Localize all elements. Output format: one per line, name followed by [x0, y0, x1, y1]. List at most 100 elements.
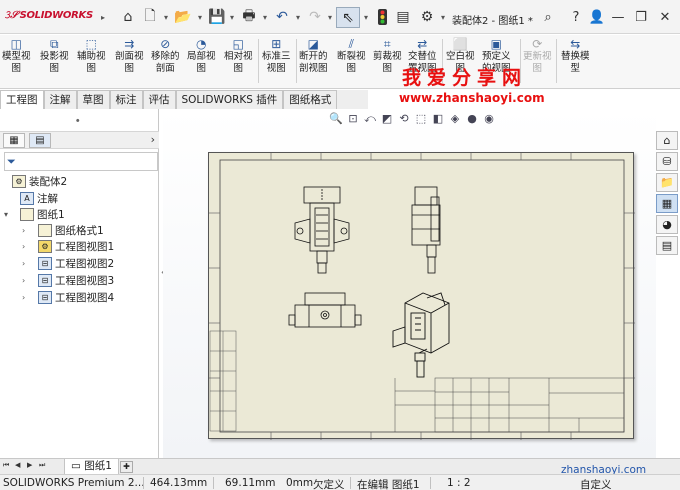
relative-view-button[interactable]: ◱ 相对视 图: [224, 37, 253, 75]
file-explorer-icon[interactable]: 📁: [656, 173, 678, 192]
view-settings-icon[interactable]: ◉: [481, 111, 497, 127]
detail-view-button[interactable]: ◔ 局部视 图: [187, 37, 216, 75]
tree-expander[interactable]: ›: [22, 226, 38, 235]
display-style-icon[interactable]: ◧: [430, 111, 446, 127]
last-sheet-icon[interactable]: ⏭: [39, 461, 48, 472]
tab-evaluate[interactable]: 评估: [142, 90, 176, 109]
broken-out-section-button[interactable]: ◪ 断开的 剖视图: [299, 37, 328, 75]
annotations-icon: A: [20, 191, 34, 205]
restore-icon[interactable]: ❐: [631, 8, 651, 26]
pane-scroll-right-icon[interactable]: ›: [151, 133, 155, 146]
home-icon[interactable]: ⌂: [119, 8, 137, 26]
model-view-button[interactable]: ◫ 模型视 图: [2, 37, 31, 75]
select-dropdown-icon[interactable]: ▾: [362, 8, 370, 26]
watermark-url: www.zhanshaoyi.com: [399, 91, 545, 105]
solidworks-resources-icon[interactable]: ⌂: [656, 131, 678, 150]
tree-expander[interactable]: ›: [22, 293, 38, 302]
select-icon[interactable]: ⇖: [336, 7, 360, 28]
tree-item-sheet[interactable]: ▾ 图纸1: [4, 206, 65, 222]
search-icon[interactable]: ⌕: [538, 8, 558, 26]
status-scale[interactable]: 1 : 2: [447, 477, 471, 489]
zoom-to-area-icon[interactable]: ⊡: [345, 111, 361, 127]
help-icon[interactable]: ?: [566, 8, 586, 26]
tree-item-sheet-format[interactable]: › 图纸格式1: [22, 222, 104, 238]
prev-sheet-icon[interactable]: ◀: [15, 461, 24, 472]
status-product: SOLIDWORKS Premium 2...: [3, 477, 145, 489]
status-separator: [143, 477, 144, 489]
options-icon[interactable]: ⚙: [418, 8, 436, 26]
previous-view-icon[interactable]: ⤺: [362, 111, 378, 127]
close-icon[interactable]: ✕: [655, 8, 675, 26]
tree-item-drawing-view-1[interactable]: › ⚙ 工程图视图1: [22, 238, 114, 254]
appearance-icon[interactable]: ●: [464, 111, 480, 127]
view-orientation-icon[interactable]: ⬚: [413, 111, 429, 127]
tree-expander[interactable]: ›: [22, 242, 38, 251]
tree-item-annotations[interactable]: A 注解: [10, 190, 58, 206]
tree-item-drawing-view-3[interactable]: › ⊟ 工程图视图3: [22, 272, 114, 288]
rotate-icon[interactable]: ⟲: [396, 111, 412, 127]
update-views-button[interactable]: ⟳ 更新视 图: [523, 37, 552, 75]
undo-dropdown-icon[interactable]: ▾: [294, 8, 302, 26]
pane-grip-icon[interactable]: ⦁: [76, 116, 80, 125]
new-dropdown-icon[interactable]: ▾: [162, 8, 170, 26]
status-editing: 在编辑 图纸1: [357, 479, 420, 490]
auxiliary-view-icon: ⬚: [85, 37, 97, 51]
logo-menu-arrow-icon[interactable]: ▸: [99, 8, 107, 26]
drawing-sheet[interactable]: [208, 152, 635, 440]
section-view-button[interactable]: ⇉ 剖面视 图: [115, 37, 144, 75]
redo-dropdown-icon[interactable]: ▾: [326, 8, 334, 26]
new-icon[interactable]: 🗋: [141, 8, 159, 26]
replace-model-button[interactable]: ⇆ 替换模 型: [561, 37, 590, 75]
removed-section-button[interactable]: ⊘ 移除的 剖面: [151, 37, 180, 75]
traffic-light-icon[interactable]: [373, 8, 391, 26]
open-dropdown-icon[interactable]: ▾: [196, 8, 204, 26]
tree-item-assembly[interactable]: ⚙ 装配体2: [2, 173, 67, 189]
break-view-button[interactable]: ⫽ 断裂视 图: [337, 37, 366, 75]
tab-drawing[interactable]: 工程图: [0, 90, 44, 109]
hide-show-items-icon[interactable]: ◈: [447, 111, 463, 127]
auxiliary-view-button[interactable]: ⬚ 辅助视 图: [77, 37, 106, 75]
standard-3-view-button[interactable]: ⊞ 标准三 视图: [262, 37, 291, 75]
add-sheet-icon[interactable]: ✚: [120, 461, 133, 473]
zoom-to-fit-icon[interactable]: 🔍: [328, 111, 344, 127]
crop-view-button[interactable]: ⌗ 剪裁视 图: [373, 37, 402, 75]
tab-annotation[interactable]: 注解: [43, 90, 77, 109]
save-dropdown-icon[interactable]: ▾: [228, 8, 236, 26]
options-dropdown-icon[interactable]: ▾: [439, 8, 447, 26]
tree-expander[interactable]: ▾: [4, 210, 20, 219]
custom-properties-icon[interactable]: ▤: [656, 236, 678, 255]
open-icon[interactable]: 📂: [174, 8, 192, 26]
tree-item-drawing-view-4[interactable]: › ⊟ 工程图视图4: [22, 289, 114, 305]
section-view-toggle-icon[interactable]: ◩: [379, 111, 395, 127]
first-sheet-icon[interactable]: ⏮: [3, 461, 12, 472]
design-library-icon[interactable]: ⛁: [656, 152, 678, 171]
save-icon[interactable]: 💾: [208, 8, 226, 26]
next-sheet-icon[interactable]: ▶: [27, 461, 36, 472]
tab-sketch[interactable]: 草图: [76, 90, 110, 109]
minimize-icon[interactable]: —: [608, 8, 628, 26]
tab-sheet-format[interactable]: 图纸格式: [283, 90, 338, 109]
print-icon[interactable]: 🖶: [240, 8, 258, 26]
property-manager-tab-icon[interactable]: ▤: [29, 133, 51, 148]
appearances-icon[interactable]: ◕: [656, 215, 678, 234]
relative-view-icon: ◱: [232, 37, 244, 51]
file-properties-icon[interactable]: ▤: [394, 8, 412, 26]
tab-markup[interactable]: 标注: [109, 90, 143, 109]
document-title: 装配体2 - 图纸1 *: [452, 16, 533, 27]
tree-item-drawing-view-2[interactable]: › ⊟ 工程图视图2: [22, 255, 114, 271]
solidworks-logo[interactable]: 𝟹𝒮 SOLIDWORKS: [4, 10, 93, 21]
user-icon[interactable]: 👤: [587, 8, 607, 26]
tree-expander[interactable]: ›: [22, 276, 38, 285]
tree-filter-input[interactable]: ⏷: [4, 152, 158, 171]
view-palette-icon[interactable]: ▦: [656, 194, 678, 213]
tree-expander[interactable]: ›: [22, 259, 38, 268]
status-separator: [350, 477, 351, 489]
tab-addins[interactable]: SOLIDWORKS 插件: [175, 90, 284, 109]
sheet-tab-1[interactable]: ▭ 图纸1: [64, 459, 119, 475]
redo-icon[interactable]: ↷: [306, 8, 324, 26]
print-dropdown-icon[interactable]: ▾: [261, 8, 269, 26]
status-units[interactable]: 自定义: [580, 477, 612, 490]
undo-icon[interactable]: ↶: [273, 8, 291, 26]
feature-tree-tab-icon[interactable]: ▦: [3, 133, 25, 148]
projected-view-button[interactable]: ⧉ 投影视 图: [40, 37, 69, 75]
